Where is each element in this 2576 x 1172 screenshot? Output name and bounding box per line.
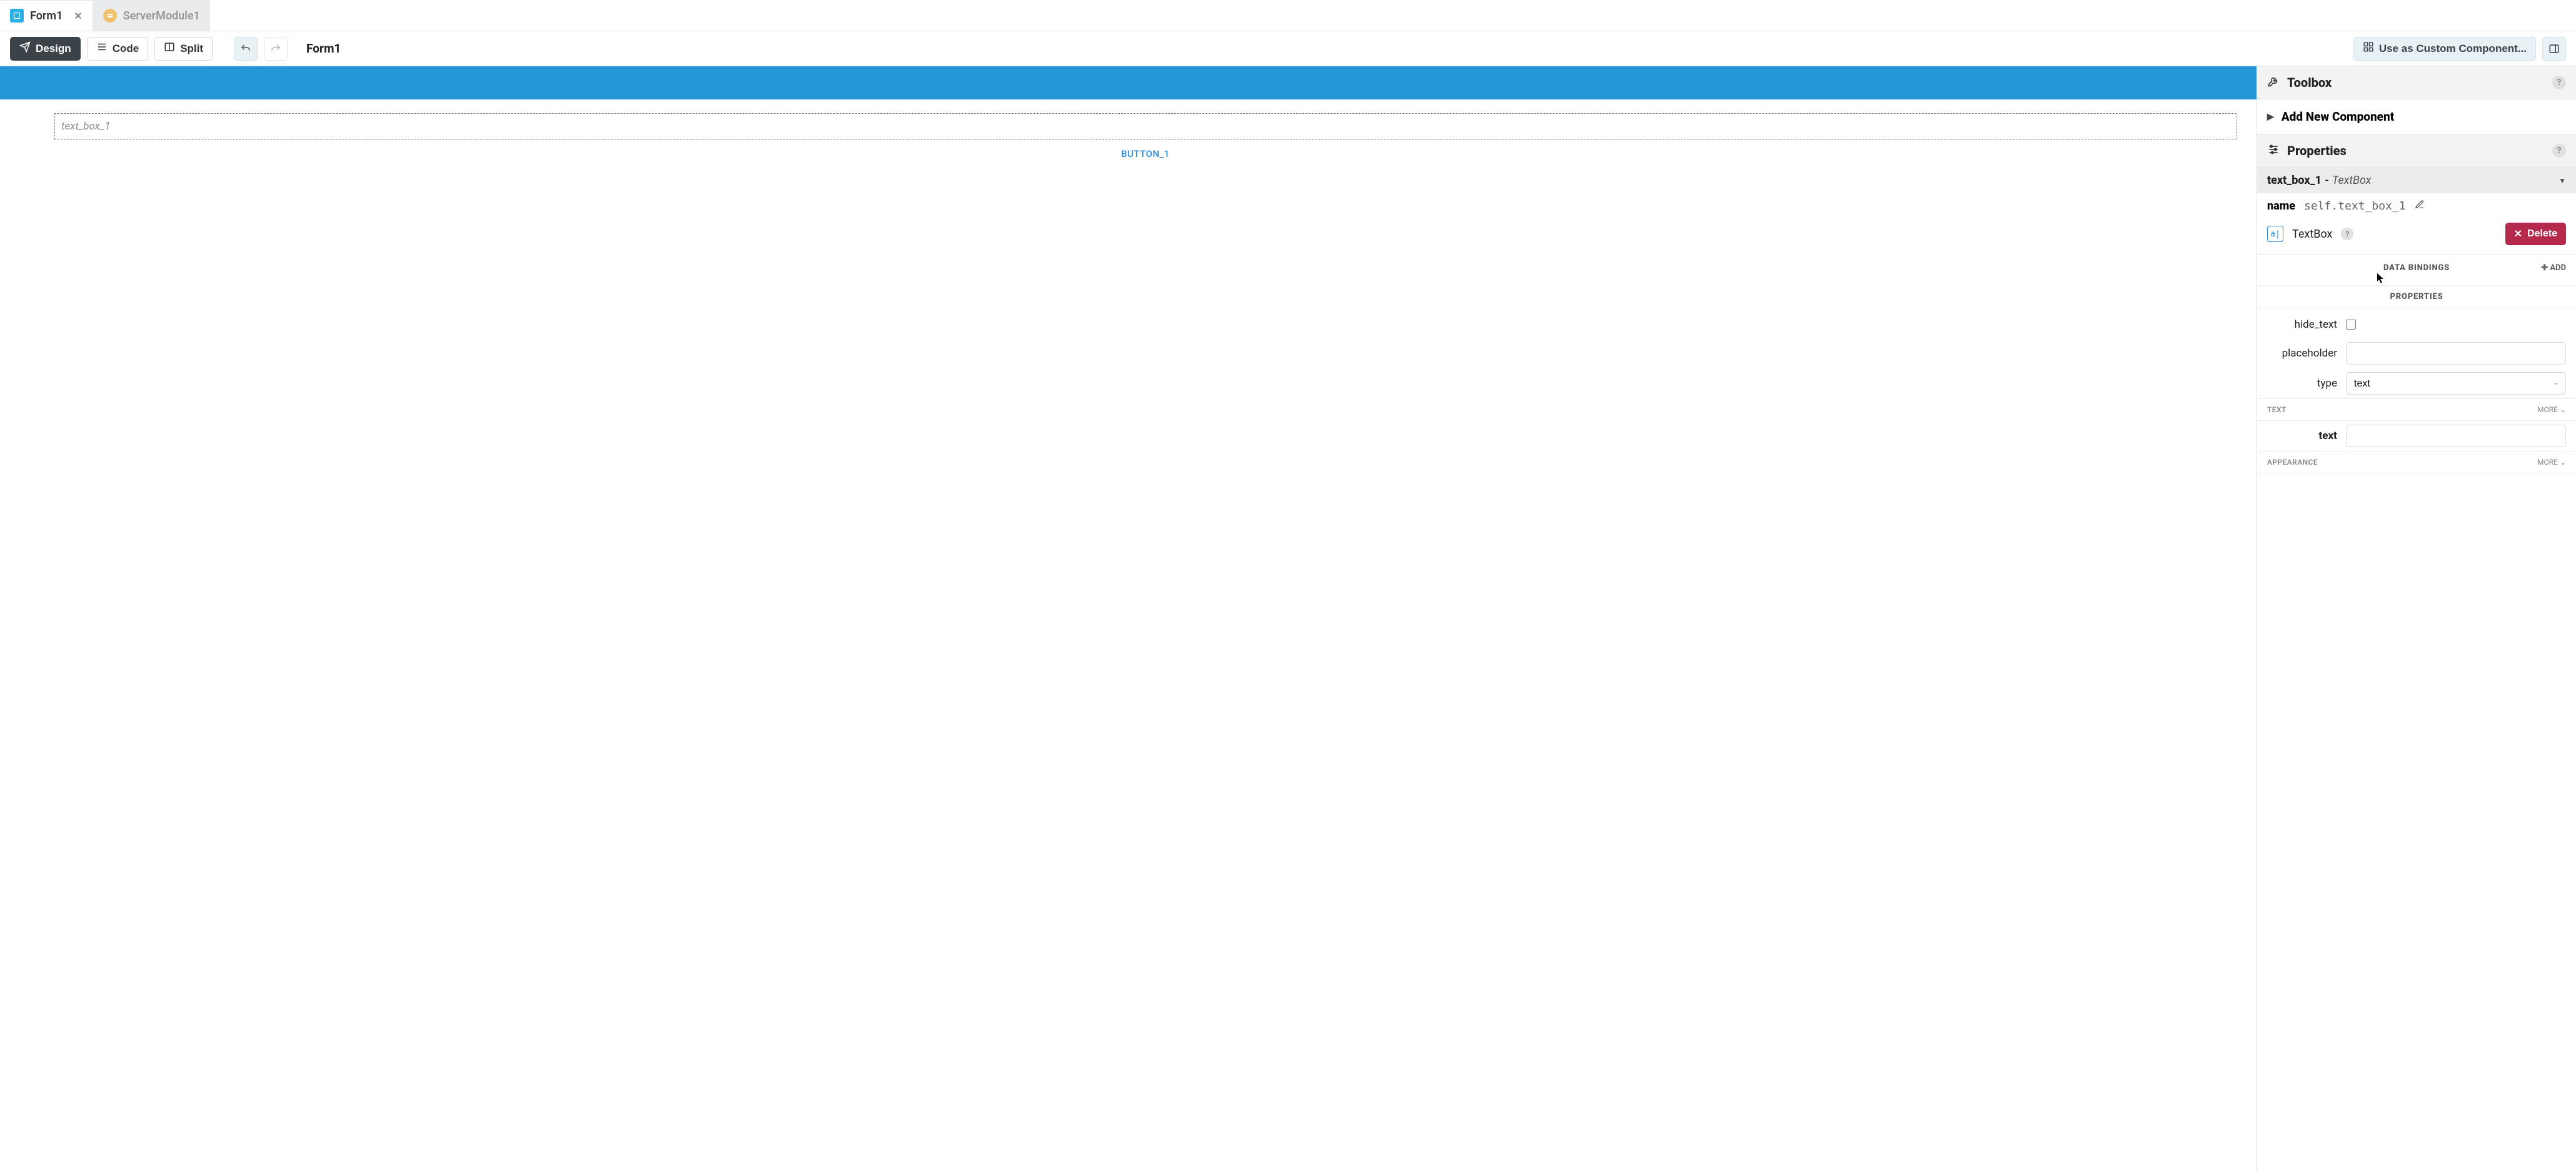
server-module-icon <box>103 9 117 23</box>
properties-title: Properties <box>2287 143 2545 158</box>
x-icon: ✕ <box>2514 228 2522 240</box>
canvas: text_box_1 BUTTON_1 <box>0 66 2257 1172</box>
design-label: Design <box>36 43 71 55</box>
help-icon[interactable]: ? <box>2341 228 2353 240</box>
type-select[interactable]: text <box>2346 372 2566 395</box>
add-label: ADD <box>2550 263 2566 273</box>
page-title: Form1 <box>306 41 341 56</box>
paper-plane-icon <box>19 41 31 56</box>
tab-servermodule1[interactable]: ServerModule1 <box>93 0 210 31</box>
add-binding-button[interactable]: ✚ ADD <box>2541 263 2566 273</box>
prop-hide-text: hide_text <box>2257 311 2576 338</box>
component-type-row: a| TextBox ? ✕ Delete <box>2257 219 2576 255</box>
type-label: type <box>2267 377 2337 390</box>
more-appearance-button[interactable]: MORE ⌄ <box>2537 458 2566 467</box>
undo-button[interactable] <box>234 37 258 61</box>
appearance-section: APPEARANCE MORE ⌄ <box>2257 451 2576 473</box>
selected-component-name: text_box_1 <box>2267 174 2322 187</box>
tab-bar: Form1 ✕ ServerModule1 <box>0 0 2576 31</box>
wrench-icon <box>2267 75 2280 90</box>
tab-label: ServerModule1 <box>123 9 200 23</box>
split-icon <box>164 41 175 56</box>
text-section-title: TEXT <box>2267 405 2287 414</box>
code-label: Code <box>113 43 139 55</box>
properties-panel: text_box_1 - TextBox ▼ name self.text_bo… <box>2257 168 2576 1172</box>
prop-text: text <box>2257 421 2576 451</box>
text-section: TEXT MORE ⌄ <box>2257 398 2576 421</box>
split-label: Split <box>180 43 203 55</box>
data-bindings-heading: DATA BINDINGS <box>2383 263 2450 273</box>
delete-button[interactable]: ✕ Delete <box>2505 223 2566 245</box>
more-text-button[interactable]: MORE ⌄ <box>2537 405 2566 414</box>
hide-text-checkbox[interactable] <box>2346 320 2356 330</box>
add-new-component-label: Add New Component <box>2282 109 2394 124</box>
side-panels: Toolbox ? ▶ Add New Component Properties… <box>2257 66 2576 1172</box>
toolbox-title: Toolbox <box>2287 75 2545 90</box>
property-list: hide_text placeholder type text ⌄ <box>2257 308 2576 398</box>
button-component[interactable]: BUTTON_1 <box>54 148 2236 159</box>
close-icon[interactable]: ✕ <box>74 10 82 22</box>
redo-button[interactable] <box>264 37 288 61</box>
chevron-down-icon[interactable]: ▼ <box>2558 176 2566 185</box>
help-icon[interactable]: ? <box>2552 144 2566 158</box>
textbox-component[interactable]: text_box_1 <box>54 113 2236 139</box>
name-value: self.text_box_1 <box>2304 200 2406 213</box>
selected-component-strip[interactable]: text_box_1 - TextBox ▼ <box>2257 168 2576 193</box>
list-icon <box>96 41 108 56</box>
properties-section: PROPERTIES <box>2257 286 2576 308</box>
textbox-placeholder-text: text_box_1 <box>61 120 111 133</box>
cursor-icon <box>2377 273 2385 283</box>
textbox-type-icon: a| <box>2267 226 2283 242</box>
hide-text-label: hide_text <box>2267 318 2337 331</box>
form-icon <box>10 9 24 23</box>
component-icon <box>2363 41 2374 56</box>
design-button[interactable]: Design <box>10 37 81 61</box>
delete-label: Delete <box>2527 228 2557 240</box>
prop-type: type text ⌄ <box>2257 368 2576 398</box>
name-row: name self.text_box_1 <box>2257 193 2576 219</box>
split-button[interactable]: Split <box>154 37 213 61</box>
code-button[interactable]: Code <box>87 37 149 61</box>
text-label: text <box>2267 430 2337 442</box>
toolbox-header: Toolbox ? <box>2257 66 2576 99</box>
canvas-gutter <box>0 99 34 1172</box>
main-area: text_box_1 BUTTON_1 Toolbox ? ▶ Add New … <box>0 66 2576 1172</box>
name-label: name <box>2267 200 2295 213</box>
add-new-component[interactable]: ▶ Add New Component <box>2257 99 2576 134</box>
canvas-body[interactable]: text_box_1 BUTTON_1 <box>34 99 2257 1172</box>
use-as-custom-component-button[interactable]: Use as Custom Component... <box>2353 37 2536 61</box>
sliders-icon <box>2267 143 2280 158</box>
pencil-icon[interactable] <box>2415 200 2425 213</box>
use-custom-label: Use as Custom Component... <box>2379 43 2527 55</box>
placeholder-label: placeholder <box>2267 347 2337 360</box>
panel-toggle-button[interactable] <box>2542 37 2566 61</box>
toolbar: Design Code Split Form1 Use as Custom Co… <box>0 31 2576 66</box>
placeholder-input[interactable] <box>2346 342 2566 365</box>
appearance-section-title: APPEARANCE <box>2267 458 2318 467</box>
properties-heading: PROPERTIES <box>2390 292 2443 301</box>
chevron-down-icon: ⌄ <box>2560 405 2566 414</box>
component-type-name: TextBox <box>2292 228 2332 241</box>
tab-form1[interactable]: Form1 ✕ <box>0 0 93 31</box>
help-icon[interactable]: ? <box>2552 76 2566 89</box>
prop-placeholder: placeholder <box>2257 338 2576 368</box>
data-bindings-section: DATA BINDINGS ✚ ADD <box>2257 255 2576 286</box>
chevron-down-icon: ⌄ <box>2560 458 2566 467</box>
caret-right-icon: ▶ <box>2267 112 2274 122</box>
selected-component-type: TextBox <box>2332 174 2372 187</box>
text-input[interactable] <box>2346 425 2566 447</box>
properties-header: Properties ? <box>2257 134 2576 168</box>
form-header-bar[interactable] <box>0 66 2257 99</box>
tab-label: Form1 <box>30 9 63 23</box>
